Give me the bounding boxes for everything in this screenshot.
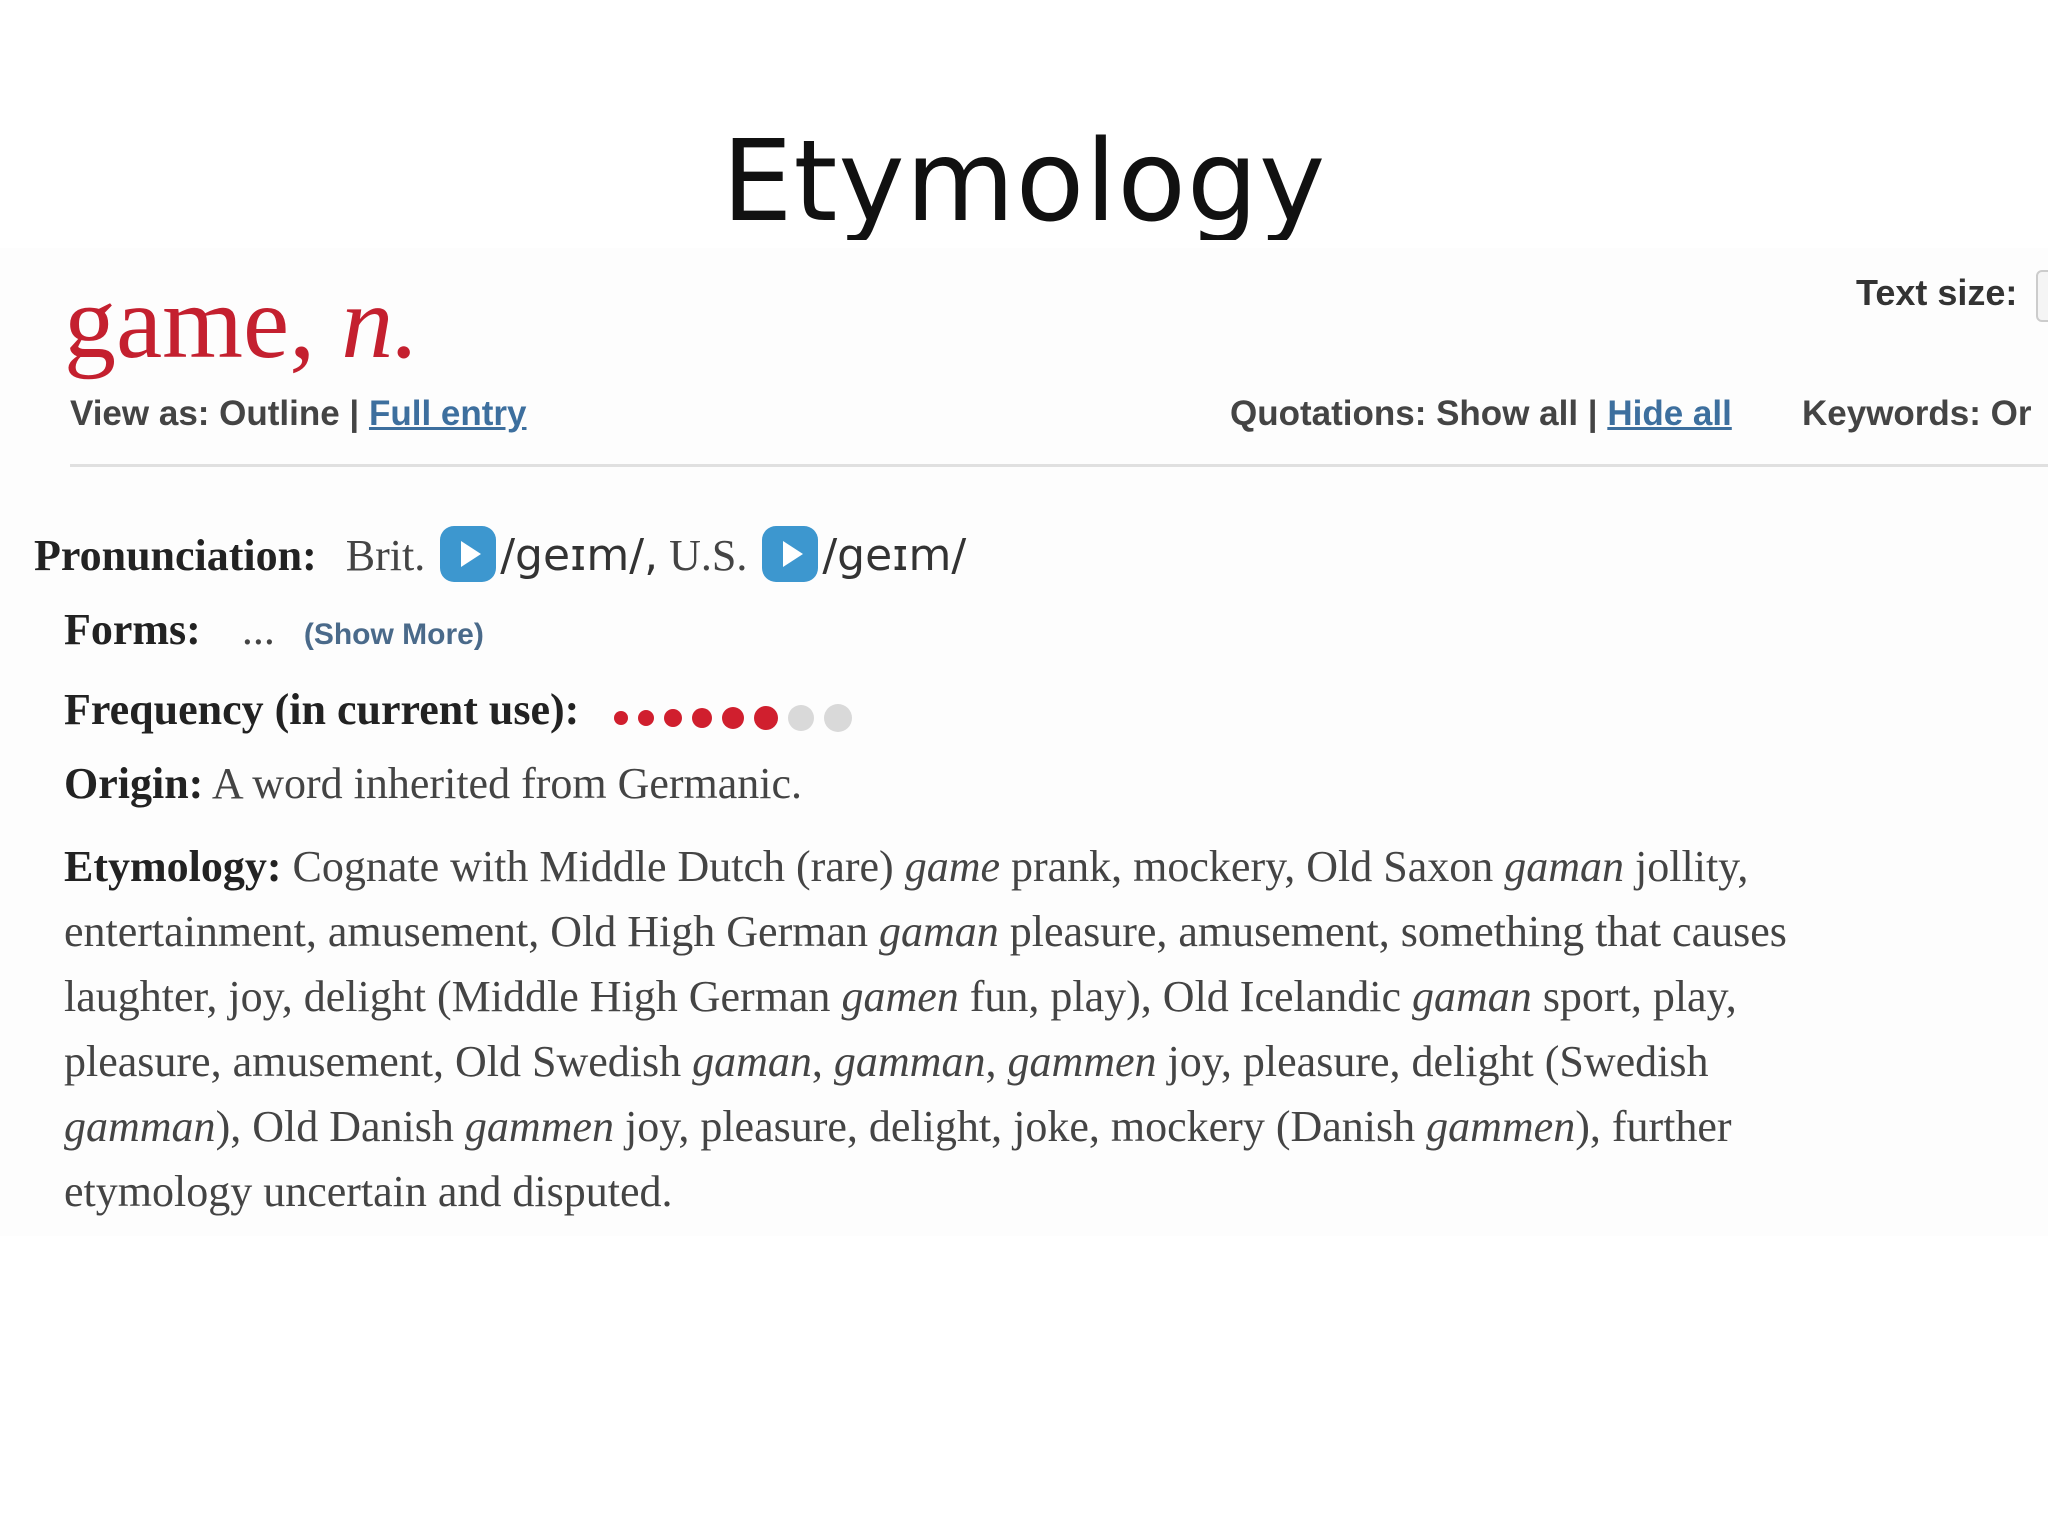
forms-label: Forms: — [64, 605, 201, 654]
pronunciation-label: Pronunciation: — [34, 531, 317, 580]
etymology-cognate-word: gaman — [692, 1037, 812, 1086]
etymology-text: pleasure, amusement, Old Swedish — [64, 1037, 693, 1086]
frequency-label: Frequency (in current use): — [64, 685, 580, 734]
part-of-speech: n. — [341, 265, 420, 380]
show-more-link[interactable]: (Show More) — [304, 618, 484, 651]
etymology-cognate-word: gammen — [1426, 1102, 1576, 1151]
view-as-label: View as: Outline | — [70, 394, 360, 433]
etymology-text: ), Old Danish — [215, 1102, 465, 1151]
view-as-controls: View as: Outline | Full entry — [70, 394, 527, 434]
etymology-label: Etymology: — [64, 842, 282, 891]
etymology-text: entertainment, amusement, Old High Germa… — [64, 907, 879, 956]
etymology-text: laughter, joy, delight (Middle High Germ… — [64, 972, 842, 1021]
etymology-text: ), further — [1575, 1102, 1732, 1151]
headword-text: game, — [64, 265, 316, 380]
etymology-line: etymology uncertain and disputed. — [64, 1159, 2024, 1224]
frequency-dot-empty — [824, 703, 853, 732]
etymology-cognate-word: gaman — [879, 907, 999, 956]
etymology-paragraph: Etymology: Cognate with Middle Dutch (ra… — [64, 834, 2024, 1224]
frequency-dot-filled — [638, 709, 655, 726]
dictionary-entry-screenshot: game, n. Text size: View as: Outline | F… — [0, 248, 2048, 1236]
brit-label: Brit. — [345, 531, 426, 580]
etymology-text: sport, play, — [1531, 972, 1737, 1021]
quotations-label: Quotations: Show all | — [1230, 394, 1598, 433]
etymology-cognate-word: gaman — [1504, 842, 1625, 891]
slide-title: Etymology — [721, 120, 1327, 240]
etymology-text: joy, pleasure, delight (Swedish — [1156, 1037, 1709, 1086]
forms-row: Forms: ... (Show More) — [64, 602, 484, 663]
origin-row: Origin: A word inherited from Germanic. — [64, 756, 802, 812]
etymology-line: gamman), Old Danish gammen joy, pleasure… — [64, 1094, 2024, 1159]
forms-ellipsis: ... — [241, 605, 275, 654]
etymology-cognate-word: gamman — [833, 1037, 986, 1086]
etymology-cognate-word: gaman — [1412, 972, 1532, 1021]
etymology-line: Etymology: Cognate with Middle Dutch (ra… — [64, 834, 2024, 899]
etymology-text: joy, pleasure, delight, joke, mockery (D… — [613, 1102, 1427, 1151]
etymology-line: entertainment, amusement, Old High Germa… — [64, 899, 2024, 964]
frequency-dot-filled — [664, 708, 683, 727]
frequency-dot-filled — [754, 705, 779, 730]
etymology-line: pleasure, amusement, Old Swedish gaman, … — [64, 1029, 2024, 1094]
etymology-cognate-word: gammen — [1007, 1037, 1157, 1086]
entry-headword: game, n. — [64, 263, 419, 383]
etymology-cognate-word: gammen — [464, 1102, 614, 1151]
etymology-text: pleasure, amusement, something that caus… — [998, 907, 1787, 956]
text-size-label: Text size: — [1856, 272, 2018, 313]
play-us-audio-icon[interactable] — [762, 526, 819, 582]
play-brit-audio-icon[interactable] — [440, 526, 497, 582]
header-divider — [70, 464, 2048, 467]
etymology-text: , — [985, 1037, 1008, 1086]
pronunciation-row: Pronunciation: Brit. /geɪm/, U.S. /geɪm/ — [34, 526, 966, 584]
text-size-control[interactable] — [2036, 270, 2048, 322]
etymology-line: laughter, joy, delight (Middle High Germ… — [64, 964, 2024, 1029]
us-label: U.S. — [669, 531, 748, 580]
origin-label: Origin: — [64, 759, 204, 808]
keywords-control[interactable]: Keywords: Or — [1802, 394, 2032, 434]
frequency-dot-filled — [692, 707, 713, 728]
hide-all-link[interactable]: Hide all — [1607, 394, 1731, 433]
etymology-text: prank, mockery, Old Saxon — [1000, 842, 1505, 891]
etymology-text: fun, play), Old Icelandic — [958, 972, 1413, 1021]
etymology-cognate-word: game — [904, 842, 1000, 891]
us-ipa: /geɪm/ — [822, 530, 967, 581]
frequency-row: Frequency (in current use): — [64, 682, 862, 742]
etymology-text: Cognate with Middle Dutch (rare) — [281, 842, 905, 891]
frequency-dots — [614, 686, 862, 742]
etymology-cognate-word: gamen — [841, 972, 959, 1021]
frequency-dot-filled — [614, 710, 629, 725]
brit-ipa: /geɪm/, — [500, 530, 659, 581]
etymology-text: jollity, — [1624, 842, 1749, 891]
frequency-dot-empty — [788, 704, 815, 731]
quotations-controls: Quotations: Show all | Hide all — [1230, 394, 1732, 434]
origin-text: A word inherited from Germanic. — [211, 759, 803, 808]
etymology-cognate-word: gamman — [64, 1102, 216, 1151]
etymology-text: etymology uncertain and disputed. — [64, 1167, 673, 1216]
full-entry-link[interactable]: Full entry — [369, 394, 527, 433]
frequency-dot-filled — [722, 706, 745, 729]
etymology-text: , — [811, 1037, 834, 1086]
